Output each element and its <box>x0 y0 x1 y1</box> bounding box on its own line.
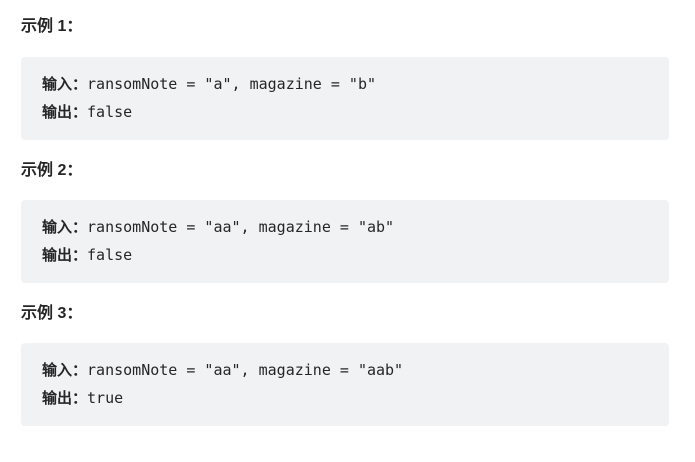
example-3-output-line: 输出：true <box>42 384 669 412</box>
example-1-output-line: 输出：false <box>42 98 669 126</box>
example-1-heading: 示例 1： <box>21 18 83 35</box>
output-label: 输出： <box>42 246 88 264</box>
example-3-input-line: 输入：ransomNote = "aa", magazine = "aab" <box>42 356 669 384</box>
example-2-heading: 示例 2： <box>21 162 83 179</box>
example-2-code-block: 输入：ransomNote = "aa", magazine = "ab" 输出… <box>21 200 669 283</box>
output-value: false <box>87 246 133 264</box>
input-label: 输入： <box>42 75 88 93</box>
input-value: ransomNote = "aa", magazine = "aab" <box>87 361 404 379</box>
output-label: 输出： <box>42 389 88 407</box>
example-1-input-line: 输入：ransomNote = "a", magazine = "b" <box>42 70 669 98</box>
example-2-input-line: 输入：ransomNote = "aa", magazine = "ab" <box>42 213 669 241</box>
example-2-output-line: 输出：false <box>42 241 669 269</box>
output-value: false <box>87 103 133 121</box>
input-value: ransomNote = "aa", magazine = "ab" <box>87 218 395 236</box>
output-value: true <box>87 389 124 407</box>
output-label: 输出： <box>42 103 88 121</box>
example-3-heading: 示例 3： <box>21 305 83 322</box>
input-value: ransomNote = "a", magazine = "b" <box>87 75 376 93</box>
input-label: 输入： <box>42 218 88 236</box>
example-1-code-block: 输入：ransomNote = "a", magazine = "b" 输出：f… <box>21 57 669 140</box>
example-3-code-block: 输入：ransomNote = "aa", magazine = "aab" 输… <box>21 343 669 426</box>
input-label: 输入： <box>42 361 88 379</box>
